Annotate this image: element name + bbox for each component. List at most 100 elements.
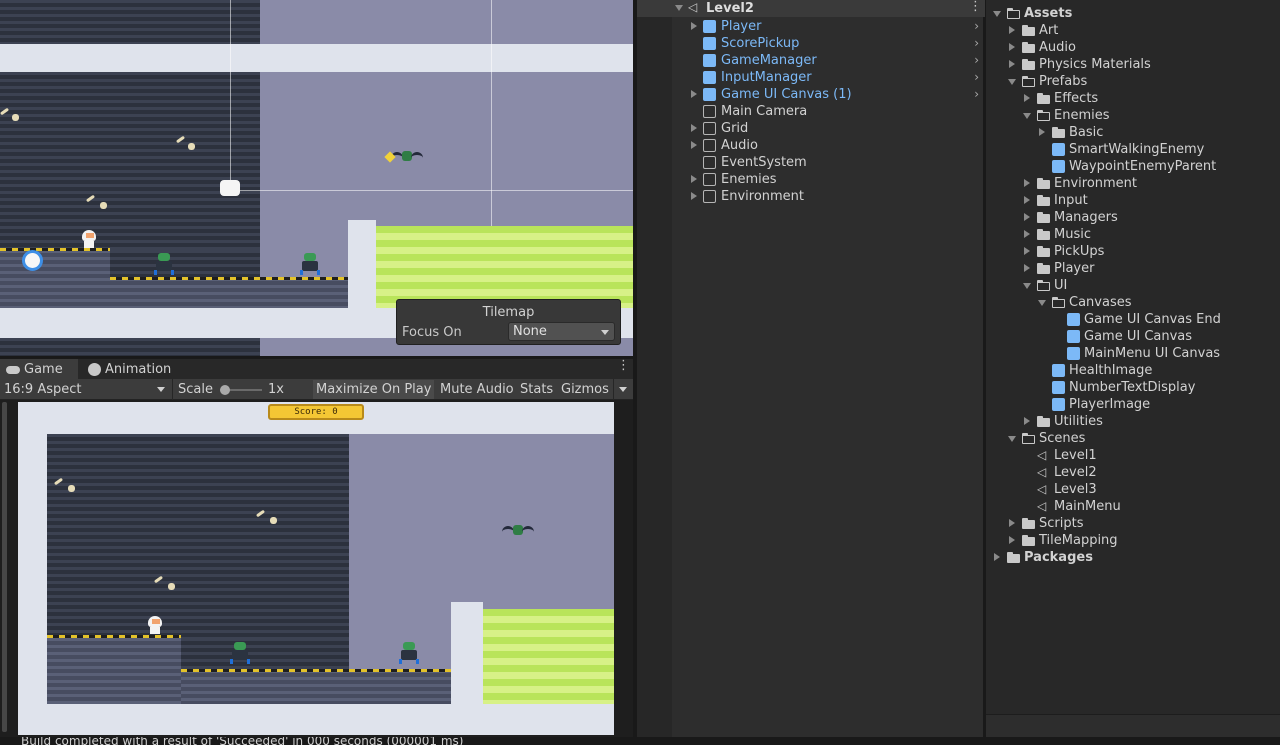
project-item[interactable]: PickUps bbox=[986, 243, 1280, 260]
expand-arrow-icon[interactable] bbox=[691, 124, 697, 132]
project-item[interactable]: Canvases bbox=[986, 294, 1280, 311]
project-item[interactable]: Effects bbox=[986, 90, 1280, 107]
project-item[interactable]: NumberTextDisplay bbox=[986, 379, 1280, 396]
stats-button[interactable]: Stats bbox=[517, 380, 556, 399]
project-item[interactable]: Music bbox=[986, 226, 1280, 243]
chevron-right-icon[interactable]: › bbox=[974, 69, 979, 86]
unity-scene-icon: ◁ bbox=[1037, 482, 1047, 496]
expand-arrow-icon[interactable] bbox=[1024, 417, 1030, 425]
expand-arrow-icon[interactable] bbox=[1008, 436, 1016, 442]
hierarchy-item[interactable]: Player › bbox=[637, 18, 985, 35]
expand-arrow-icon[interactable] bbox=[1009, 26, 1015, 34]
project-item[interactable]: MainMenu UI Canvas bbox=[986, 345, 1280, 362]
project-item[interactable]: Physics Materials bbox=[986, 56, 1280, 73]
tab-game[interactable]: Game bbox=[0, 359, 78, 380]
maximize-on-play-button[interactable]: Maximize On Play bbox=[313, 380, 435, 399]
hierarchy-item[interactable]: Audio bbox=[637, 137, 985, 154]
expand-arrow-icon[interactable] bbox=[1009, 43, 1015, 51]
expand-arrow-icon[interactable] bbox=[691, 22, 697, 30]
project-item[interactable]: Managers bbox=[986, 209, 1280, 226]
hierarchy-item[interactable]: InputManager › bbox=[637, 69, 985, 86]
project-item[interactable]: Environment bbox=[986, 175, 1280, 192]
skull-decoration bbox=[270, 517, 277, 524]
hierarchy-item[interactable]: GameManager › bbox=[637, 52, 985, 69]
hierarchy-item[interactable]: ScorePickup › bbox=[637, 35, 985, 52]
expand-arrow-icon[interactable] bbox=[691, 90, 697, 98]
expand-arrow-icon[interactable] bbox=[1009, 519, 1015, 527]
expand-arrow-icon[interactable] bbox=[1038, 300, 1046, 306]
more-options-icon[interactable]: ⋮ bbox=[969, 0, 982, 13]
project-item[interactable]: WaypointEnemyParent bbox=[986, 158, 1280, 175]
expand-arrow-icon[interactable] bbox=[1024, 213, 1030, 221]
more-options-icon[interactable]: ⋮ bbox=[617, 359, 630, 372]
skull-decoration bbox=[168, 583, 175, 590]
project-item[interactable]: TileMapping bbox=[986, 532, 1280, 549]
project-item[interactable]: Input bbox=[986, 192, 1280, 209]
project-item[interactable]: Game UI Canvas End bbox=[986, 311, 1280, 328]
expand-arrow-icon[interactable] bbox=[1024, 247, 1030, 255]
hierarchy-item[interactable]: Environment bbox=[637, 188, 985, 205]
project-item[interactable]: Audio bbox=[986, 39, 1280, 56]
expand-arrow-icon[interactable] bbox=[1009, 536, 1015, 544]
project-item[interactable]: ◁ MainMenu bbox=[986, 498, 1280, 515]
expand-arrow-icon[interactable] bbox=[993, 11, 1001, 17]
chevron-right-icon[interactable]: › bbox=[974, 35, 979, 52]
project-item[interactable]: Assets bbox=[986, 5, 1280, 22]
project-item[interactable]: Packages bbox=[986, 549, 1280, 566]
expand-arrow-icon[interactable] bbox=[691, 192, 697, 200]
project-item[interactable]: Scripts bbox=[986, 515, 1280, 532]
expand-arrow-icon[interactable] bbox=[1024, 179, 1030, 187]
hierarchy-item[interactable]: Enemies bbox=[637, 171, 985, 188]
project-item[interactable]: Utilities bbox=[986, 413, 1280, 430]
expand-arrow-icon[interactable] bbox=[1024, 264, 1030, 272]
chevron-right-icon[interactable]: › bbox=[974, 52, 979, 69]
expand-arrow-icon[interactable] bbox=[691, 141, 697, 149]
project-item[interactable]: ◁ Level1 bbox=[986, 447, 1280, 464]
expand-arrow-icon[interactable] bbox=[675, 5, 683, 11]
project-item[interactable]: UI bbox=[986, 277, 1280, 294]
hierarchy-item[interactable]: EventSystem bbox=[637, 154, 985, 171]
gizmos-dropdown-icon[interactable] bbox=[619, 387, 627, 392]
project-item[interactable]: SmartWalkingEnemy bbox=[986, 141, 1280, 158]
gameobject-cube-icon bbox=[703, 173, 716, 186]
expand-arrow-icon[interactable] bbox=[1024, 230, 1030, 238]
project-item[interactable]: PlayerImage bbox=[986, 396, 1280, 413]
gizmos-button[interactable]: Gizmos bbox=[558, 380, 612, 399]
expand-arrow-icon[interactable] bbox=[1023, 283, 1031, 289]
project-item[interactable]: Scenes bbox=[986, 430, 1280, 447]
aspect-dropdown[interactable]: 16:9 Aspect bbox=[1, 380, 169, 399]
expand-arrow-icon[interactable] bbox=[994, 553, 1000, 561]
project-item[interactable]: Prefabs bbox=[986, 73, 1280, 90]
prefab-cube-icon bbox=[1067, 347, 1080, 360]
hierarchy-item[interactable]: Main Camera bbox=[637, 103, 985, 120]
project-item[interactable]: ◁ Level3 bbox=[986, 481, 1280, 498]
game-canvas[interactable]: Score: 0 bbox=[18, 402, 614, 735]
project-item[interactable]: Player bbox=[986, 260, 1280, 277]
expand-arrow-icon[interactable] bbox=[1024, 94, 1030, 102]
camera-gizmo-icon[interactable] bbox=[220, 180, 240, 196]
expand-arrow-icon[interactable] bbox=[1009, 60, 1015, 68]
mute-audio-button[interactable]: Mute Audio bbox=[437, 380, 517, 399]
tab-animation[interactable]: Animation bbox=[82, 359, 182, 380]
hierarchy-item[interactable]: Grid bbox=[637, 120, 985, 137]
game-view-scrollbar[interactable] bbox=[2, 402, 7, 732]
chevron-right-icon[interactable]: › bbox=[974, 18, 979, 35]
expand-arrow-icon[interactable] bbox=[691, 175, 697, 183]
scene-view[interactable]: Tilemap Focus On None bbox=[0, 0, 633, 356]
scale-slider[interactable] bbox=[220, 385, 262, 395]
expand-arrow-icon[interactable] bbox=[1024, 196, 1030, 204]
expand-arrow-icon[interactable] bbox=[1039, 128, 1045, 136]
project-item[interactable]: ◁ Level2 bbox=[986, 464, 1280, 481]
expand-arrow-icon[interactable] bbox=[1023, 113, 1031, 119]
chevron-right-icon[interactable]: › bbox=[974, 86, 979, 103]
project-item[interactable]: Art bbox=[986, 22, 1280, 39]
project-item[interactable]: Enemies bbox=[986, 107, 1280, 124]
project-item[interactable]: Basic bbox=[986, 124, 1280, 141]
project-item[interactable]: Game UI Canvas bbox=[986, 328, 1280, 345]
focus-on-dropdown[interactable]: None bbox=[508, 322, 615, 341]
expand-arrow-icon[interactable] bbox=[1008, 79, 1016, 85]
hierarchy-item[interactable]: Game UI Canvas (1) › bbox=[637, 86, 985, 103]
hierarchy-scene-header[interactable]: ◁ Level2 ⋮ bbox=[637, 0, 985, 17]
project-item[interactable]: HealthImage bbox=[986, 362, 1280, 379]
scale-slider-handle[interactable] bbox=[220, 385, 230, 395]
